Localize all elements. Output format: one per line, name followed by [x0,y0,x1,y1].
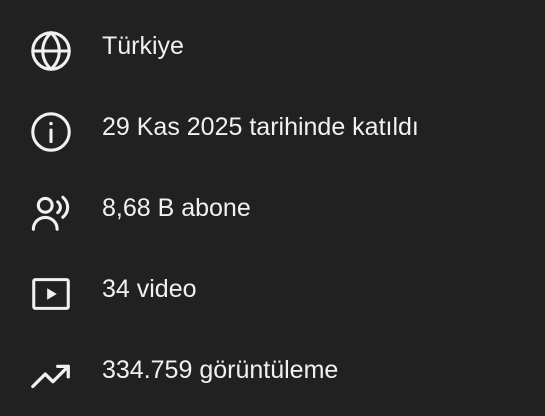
about-item-views: 334.759 görüntüleme [0,344,545,396]
about-item-subscribers: 8,68 B abone [0,182,545,234]
about-item-country: Türkiye [0,20,545,72]
about-item-label: 29 Kas 2025 tarihinde katıldı [102,113,419,141]
trending-icon [28,352,74,398]
subscribers-icon [28,190,74,236]
about-item-label: 8,68 B abone [102,194,251,222]
channel-about-details: Türkiye 29 Kas 2025 tarihinde katıldı 8,… [0,0,545,416]
about-item-joined-date: 29 Kas 2025 tarihinde katıldı [0,101,545,153]
about-item-label: Türkiye [102,32,184,60]
about-item-videos: 34 video [0,263,545,315]
globe-icon [28,28,74,74]
info-icon [28,109,74,155]
about-item-label: 34 video [102,275,197,303]
about-item-label: 334.759 görüntüleme [102,356,339,384]
video-icon [28,271,74,317]
